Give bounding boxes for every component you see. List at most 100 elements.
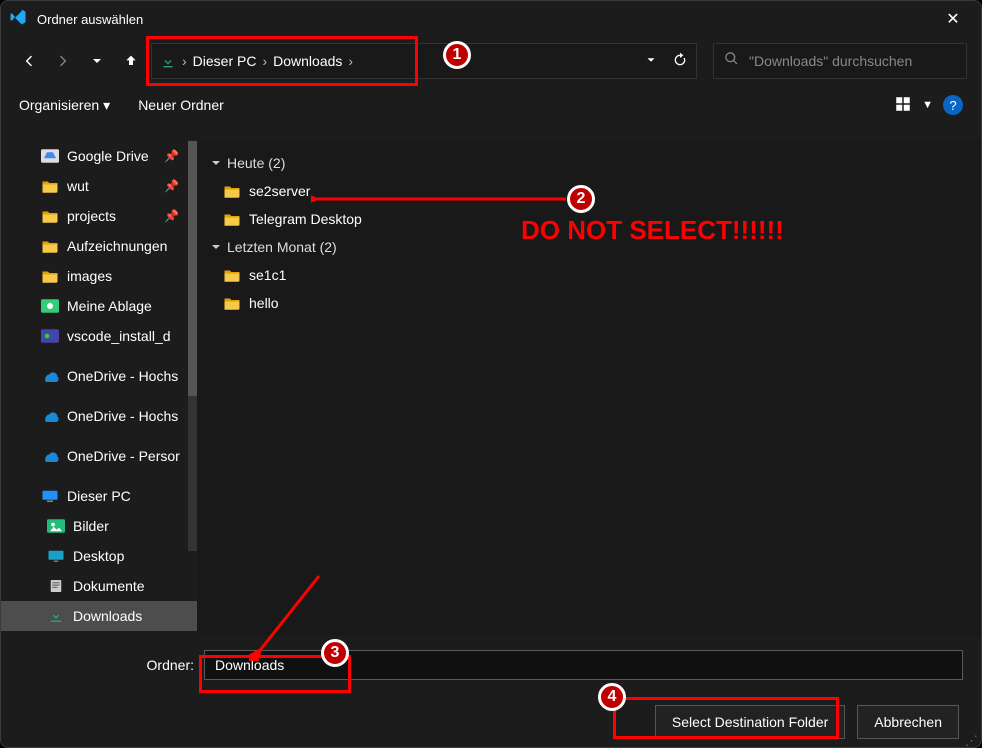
download-icon xyxy=(160,52,176,69)
pin-icon: 📌 xyxy=(164,179,179,193)
help-button[interactable]: ? xyxy=(943,95,963,115)
folder-icon xyxy=(223,212,241,226)
close-button[interactable]: ✕ xyxy=(933,9,973,29)
group-header[interactable]: Heute (2) xyxy=(199,149,979,177)
file-name: hello xyxy=(249,295,279,311)
sidebar-item-label: Dokumente xyxy=(73,578,145,594)
pin-icon: 📌 xyxy=(164,149,179,163)
bilder-icon xyxy=(47,519,65,533)
folder-label: Ordner: xyxy=(19,657,194,673)
onedrive-icon xyxy=(41,369,59,383)
sidebar-item-label: Dieser PC xyxy=(67,488,131,504)
sidebar-item[interactable]: Downloads xyxy=(1,601,197,631)
address-dropdown-icon[interactable] xyxy=(644,53,658,70)
sidebar-item[interactable]: Google Drive 📌 xyxy=(1,141,197,171)
sidebar-item[interactable]: images xyxy=(1,261,197,291)
folder-icon xyxy=(41,209,59,223)
sidebar-item-label: Bilder xyxy=(73,518,109,534)
sidebar-item[interactable]: projects 📌 xyxy=(1,201,197,231)
folder-icon xyxy=(41,239,59,253)
file-row[interactable]: Telegram Desktop xyxy=(199,205,979,233)
file-row[interactable]: se1c1 xyxy=(199,261,979,289)
sidebar-item-label: vscode_install_d xyxy=(67,328,171,344)
dokumente-icon xyxy=(47,579,65,593)
file-name: Telegram Desktop xyxy=(249,211,362,227)
gdrive-disk-icon xyxy=(41,299,59,313)
file-list: Heute (2) se2server Telegram Desktop Letzte… xyxy=(197,141,981,635)
file-row[interactable]: hello xyxy=(199,289,979,317)
folder-icon xyxy=(223,184,241,198)
up-button[interactable] xyxy=(117,43,145,79)
view-dropdown-icon[interactable]: ▼ xyxy=(922,99,933,111)
sidebar-item[interactable]: wut 📌 xyxy=(1,171,197,201)
file-name: se1c1 xyxy=(249,267,286,283)
new-folder-button[interactable]: Neuer Ordner xyxy=(138,97,224,113)
sidebar-item-label: projects xyxy=(67,208,116,224)
sidebar-item[interactable]: OneDrive - Hochs xyxy=(1,361,197,391)
caret-down-icon: ▾ xyxy=(103,97,110,114)
title-bar: Ordner auswählen ✕ xyxy=(1,1,981,37)
window-title: Ordner auswählen xyxy=(37,12,933,27)
pc-icon xyxy=(41,489,59,503)
sidebar-item-label: Google Drive xyxy=(67,148,149,164)
search-icon xyxy=(724,51,739,71)
select-destination-button[interactable]: Select Destination Folder xyxy=(655,705,845,739)
sidebar: Google Drive 📌 wut 📌 projects 📌 Aufzeichnungen… xyxy=(1,141,197,635)
nav-row: › Dieser PC › Downloads › xyxy=(1,37,981,85)
recent-dropdown[interactable] xyxy=(83,43,111,79)
group-label: Letzten Monat (2) xyxy=(227,239,337,255)
file-row[interactable]: se2server xyxy=(199,177,979,205)
footer: Ordner: Select Destination Folder Abbrec… xyxy=(1,635,981,747)
organize-menu[interactable]: Organisieren▾ xyxy=(19,97,110,114)
chevron-down-icon xyxy=(211,242,221,252)
toolbar: Organisieren▾ Neuer Ordner ▼ ? xyxy=(1,85,981,125)
sidebar-item[interactable]: Dieser PC xyxy=(1,481,197,511)
breadcrumb-downloads[interactable]: Downloads xyxy=(273,53,342,69)
pin-icon: 📌 xyxy=(164,209,179,223)
cancel-button[interactable]: Abbrechen xyxy=(857,705,959,739)
search-bar[interactable] xyxy=(713,43,967,79)
sidebar-item[interactable]: Dokumente xyxy=(1,571,197,601)
refresh-button[interactable] xyxy=(672,52,688,71)
folder-icon xyxy=(41,179,59,193)
sidebar-item[interactable]: Desktop xyxy=(1,541,197,571)
onedrive-icon xyxy=(41,449,59,463)
resize-grip-icon[interactable]: ⋰ xyxy=(965,737,979,745)
desktop-icon xyxy=(47,549,65,563)
sidebar-item[interactable]: Aufzeichnungen xyxy=(1,231,197,261)
sidebar-item-label: Meine Ablage xyxy=(67,298,152,314)
sidebar-item[interactable]: OneDrive - Persor xyxy=(1,441,197,471)
download-icon xyxy=(47,609,65,623)
sidebar-item-label: wut xyxy=(67,178,89,194)
vscode-icon xyxy=(9,8,27,31)
file-name: se2server xyxy=(249,183,310,199)
gdrive-icon xyxy=(41,149,59,163)
gdrive-file-icon xyxy=(41,329,59,343)
body: Google Drive 📌 wut 📌 projects 📌 Aufzeichnungen… xyxy=(1,141,981,635)
chevron-down-icon xyxy=(211,158,221,168)
forward-button[interactable] xyxy=(49,43,77,79)
folder-icon xyxy=(223,268,241,282)
folder-name-input[interactable] xyxy=(204,650,963,680)
address-bar[interactable]: › Dieser PC › Downloads › xyxy=(151,43,697,79)
back-button[interactable] xyxy=(15,43,43,79)
sidebar-item-label: OneDrive - Hochs xyxy=(67,368,178,384)
onedrive-icon xyxy=(41,409,59,423)
sidebar-item[interactable]: vscode_install_d xyxy=(1,321,197,351)
sidebar-item-label: Downloads xyxy=(73,608,142,624)
sidebar-item[interactable]: Meine Ablage xyxy=(1,291,197,321)
chevron-right-icon: › xyxy=(348,53,353,69)
sidebar-item[interactable]: OneDrive - Hochs xyxy=(1,401,197,431)
sidebar-item-label: Desktop xyxy=(73,548,124,564)
group-label: Heute (2) xyxy=(227,155,285,171)
sidebar-item-label: Aufzeichnungen xyxy=(67,238,167,254)
sidebar-item[interactable]: Bilder xyxy=(1,511,197,541)
view-options-button[interactable] xyxy=(894,95,912,116)
chevron-right-icon: › xyxy=(182,53,187,69)
sidebar-item-label: images xyxy=(67,268,112,284)
breadcrumb-pc[interactable]: Dieser PC xyxy=(193,53,257,69)
group-header[interactable]: Letzten Monat (2) xyxy=(199,233,979,261)
sidebar-item-label: OneDrive - Persor xyxy=(67,448,180,464)
sidebar-item-label: OneDrive - Hochs xyxy=(67,408,178,424)
search-input[interactable] xyxy=(749,53,956,69)
